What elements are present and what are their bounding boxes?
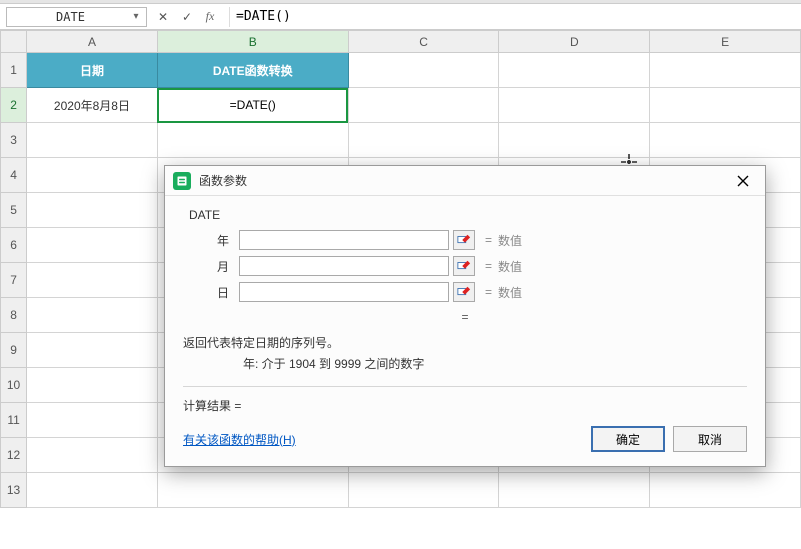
app-icon [173,172,191,190]
row-header-6[interactable]: 6 [1,228,27,263]
cancel-button[interactable]: 取消 [673,426,747,452]
dialog-titlebar[interactable]: 函数参数 [165,166,765,196]
dialog-function-description: 返回代表特定日期的序列号。 [183,334,747,351]
col-header-A[interactable]: A [27,31,158,53]
formula-bar-actions: ✕ ✓ fx [151,7,221,27]
cancel-formula-icon[interactable]: ✕ [151,7,175,27]
param-row-year: 年 = 数值 [183,230,747,250]
dialog-close-button[interactable] [729,170,757,192]
cell[interactable] [27,368,158,403]
row-header-13[interactable]: 13 [1,473,27,508]
param-eq: = [485,259,492,273]
name-box[interactable]: DATE ▾ [6,7,147,27]
row-header-2[interactable]: 2 [1,88,27,123]
cell[interactable] [499,473,650,508]
param-hint-month: 数值 [498,258,522,275]
row-header-1[interactable]: 1 [1,53,27,88]
cell-C2[interactable] [348,88,499,123]
cell[interactable] [650,123,801,158]
cell-B1[interactable]: DATE函数转换 [157,53,348,88]
name-box-dropdown-icon[interactable]: ▾ [130,11,142,22]
param-input-month[interactable] [239,256,449,276]
row-header-10[interactable]: 10 [1,368,27,403]
param-eq: = [485,285,492,299]
range-select-icon [457,233,471,247]
cell[interactable] [27,123,158,158]
range-select-icon [457,259,471,273]
param-input-year[interactable] [239,230,449,250]
row-header-8[interactable]: 8 [1,298,27,333]
col-header-E[interactable]: E [650,31,801,53]
fx-icon[interactable]: fx [199,7,221,27]
col-header-B[interactable]: B [157,31,348,53]
confirm-formula-icon[interactable]: ✓ [175,7,199,27]
dialog-title: 函数参数 [199,172,729,189]
cell-A1[interactable]: 日期 [27,53,158,88]
close-icon [737,175,749,187]
param-row-day: 日 = 数值 [183,282,747,302]
col-header-D[interactable]: D [499,31,650,53]
cell[interactable] [27,473,158,508]
dialog-function-name: DATE [189,208,747,222]
param-label-day: 日 [183,284,239,301]
param-hint-year: 数值 [498,232,522,249]
row-header-12[interactable]: 12 [1,438,27,473]
cell-B2-active[interactable]: =DATE() [157,88,348,123]
dialog-result-equals: = [183,310,747,324]
cell[interactable] [157,123,348,158]
col-header-C[interactable]: C [348,31,499,53]
row-header-4[interactable]: 4 [1,158,27,193]
dialog-calculation-result: 计算结果 = [183,397,747,414]
row-header-3[interactable]: 3 [1,123,27,158]
range-select-button[interactable] [453,230,475,250]
cell[interactable] [499,123,650,158]
row-header-11[interactable]: 11 [1,403,27,438]
param-hint-day: 数值 [498,284,522,301]
cell-E1[interactable] [650,53,801,88]
cell[interactable] [348,123,499,158]
cell[interactable] [27,333,158,368]
cell[interactable] [348,473,499,508]
cell-D2[interactable] [499,88,650,123]
cell[interactable] [27,193,158,228]
cell[interactable] [27,158,158,193]
dialog-separator [183,386,747,387]
cell-A2[interactable]: 2020年8月8日 [27,88,158,123]
cell-E2[interactable] [650,88,801,123]
cell[interactable] [157,473,348,508]
param-eq: = [485,233,492,247]
dialog-footer: 有关该函数的帮助(H) 确定 取消 [183,426,747,452]
formula-input[interactable] [229,7,795,27]
cell[interactable] [650,473,801,508]
range-select-button[interactable] [453,256,475,276]
cell[interactable] [27,403,158,438]
ok-button[interactable]: 确定 [591,426,665,452]
dialog-argument-description: 年: 介于 1904 到 9999 之间的数字 [243,355,747,372]
cell-C1[interactable] [348,53,499,88]
name-box-text: DATE [11,10,130,24]
row-header-7[interactable]: 7 [1,263,27,298]
cell[interactable] [27,263,158,298]
param-label-month: 月 [183,258,239,275]
param-label-year: 年 [183,232,239,249]
cell[interactable] [27,228,158,263]
row-header-5[interactable]: 5 [1,193,27,228]
range-select-icon [457,285,471,299]
select-all-corner[interactable] [1,31,27,53]
cell-D1[interactable] [499,53,650,88]
param-input-day[interactable] [239,282,449,302]
cell[interactable] [27,438,158,473]
cell[interactable] [27,298,158,333]
param-row-month: 月 = 数值 [183,256,747,276]
range-select-button[interactable] [453,282,475,302]
formula-bar: DATE ▾ ✕ ✓ fx [0,4,801,30]
function-arguments-dialog: 函数参数 DATE 年 = 数值 月 = 数值 日 [164,165,766,467]
dialog-help-link[interactable]: 有关该函数的帮助(H) [183,431,296,448]
row-header-9[interactable]: 9 [1,333,27,368]
